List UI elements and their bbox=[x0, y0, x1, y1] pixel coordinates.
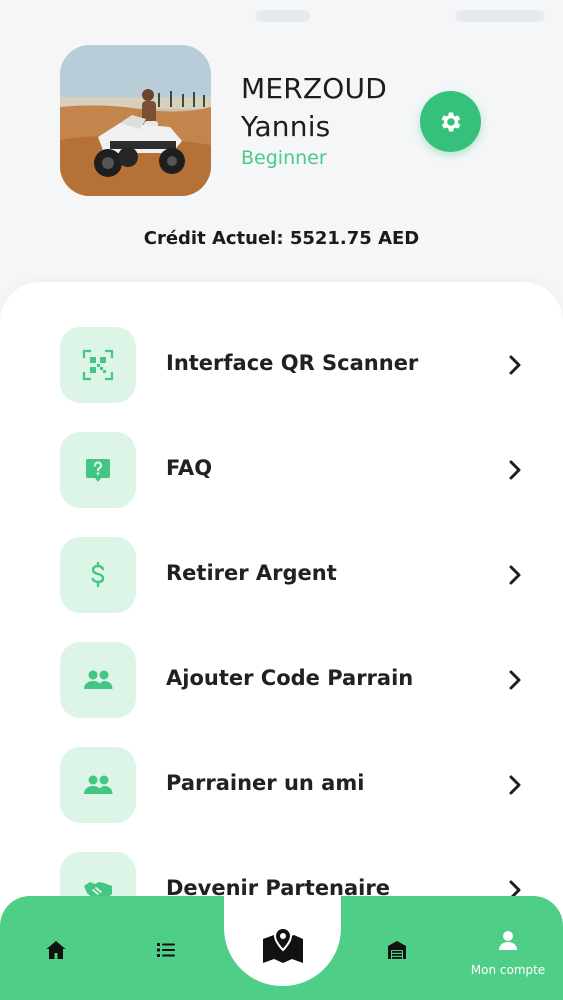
user-icon bbox=[499, 931, 517, 950]
map-pin-icon bbox=[262, 926, 303, 963]
chevron-right-icon bbox=[509, 355, 521, 375]
nav-garage-button[interactable] bbox=[377, 930, 417, 970]
chevron-right-icon bbox=[509, 670, 521, 690]
chevron-right-icon bbox=[509, 460, 521, 480]
chevron-right-icon bbox=[509, 565, 521, 585]
menu-item-label: Interface QR Scanner bbox=[166, 351, 419, 375]
menu-item-refer-friend[interactable]: Parrainer un ami bbox=[0, 747, 563, 823]
menu-item-faq[interactable]: FAQ bbox=[0, 432, 563, 508]
status-bar bbox=[0, 0, 563, 34]
menu-icon-tile bbox=[60, 432, 136, 508]
users-icon bbox=[84, 775, 113, 794]
garage-icon bbox=[388, 941, 406, 959]
profile-photo bbox=[60, 45, 211, 196]
dollar-icon bbox=[91, 561, 105, 588]
status-time-placeholder bbox=[255, 10, 310, 22]
list-icon bbox=[157, 943, 175, 957]
menu-item-label: Retirer Argent bbox=[166, 561, 337, 585]
nav-account-label: Mon compte bbox=[470, 963, 546, 977]
menu-panel: Interface QR Scanner FAQ Retirer Argent bbox=[0, 282, 563, 1000]
nav-home-button[interactable] bbox=[36, 930, 76, 970]
settings-button[interactable] bbox=[420, 91, 481, 152]
menu-item-label: Parrainer un ami bbox=[166, 771, 365, 795]
menu-icon-tile bbox=[60, 327, 136, 403]
user-level: Beginner bbox=[241, 147, 327, 169]
menu-item-add-referral-code[interactable]: Ajouter Code Parrain bbox=[0, 642, 563, 718]
menu-icon-tile bbox=[60, 642, 136, 718]
menu-icon-tile bbox=[60, 747, 136, 823]
menu-item-qr-scanner[interactable]: Interface QR Scanner bbox=[0, 327, 563, 403]
chevron-right-icon bbox=[509, 775, 521, 795]
menu-item-withdraw[interactable]: Retirer Argent bbox=[0, 537, 563, 613]
menu-item-label: Ajouter Code Parrain bbox=[166, 666, 414, 690]
menu-icon-tile bbox=[60, 537, 136, 613]
question-bubble-icon bbox=[86, 459, 110, 482]
users-icon bbox=[84, 670, 113, 689]
menu-item-label: FAQ bbox=[166, 456, 213, 480]
qr-code-icon bbox=[82, 349, 114, 381]
gear-icon bbox=[441, 111, 460, 132]
home-icon bbox=[46, 941, 66, 959]
nav-list-button[interactable] bbox=[146, 930, 186, 970]
user-last-name: Yannis bbox=[241, 110, 331, 143]
user-first-name: MERZOUD bbox=[241, 72, 387, 105]
current-credit: Crédit Actuel: 5521.75 AED bbox=[143, 228, 420, 249]
status-icons-placeholder bbox=[455, 10, 545, 22]
nav-account-button[interactable] bbox=[488, 922, 528, 958]
